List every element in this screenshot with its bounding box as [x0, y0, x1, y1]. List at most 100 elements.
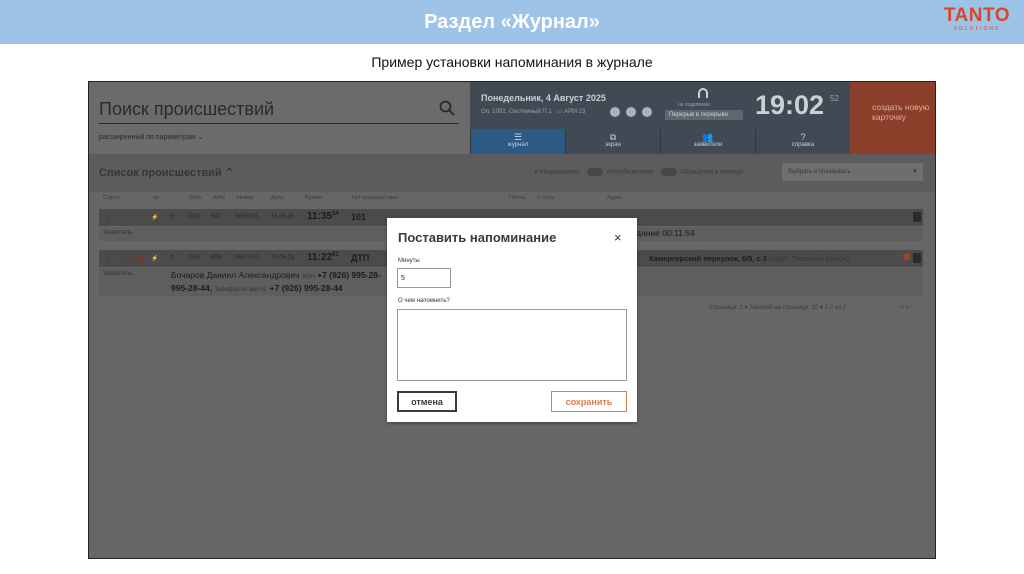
operator-label: Оп. 1002, Системный П.1 [481, 109, 552, 115]
dialog-title: Поставить напоминание [398, 230, 557, 245]
row-date: 15.05.25 [271, 214, 295, 220]
logo-sub-text: SOLUTIONS [953, 26, 1001, 32]
tab-help[interactable]: ? справка [755, 129, 850, 154]
caller-phone-cont: 995-28-44, [171, 283, 213, 293]
applicant-label: Заявитель [103, 271, 133, 277]
column-header: Статус [103, 195, 121, 201]
row-type: ДТП [351, 253, 370, 263]
row-date: 15.05.25 [271, 255, 295, 261]
row-address: Камергерский переулок, 6/5, с.3 (ЦАО, Тв… [649, 254, 849, 263]
apm-label: АРМ 23 [564, 109, 586, 115]
list-filters: ● Неоднозначно Автообновление Обращения … [534, 168, 743, 176]
sort-placeholder: Выбрать и показывать [788, 169, 851, 175]
info-panel: Понедельник, 4 Август 2025 Оп. 1002, Сис… [470, 82, 850, 154]
minutes-input[interactable] [397, 268, 451, 288]
column-header: Статус [537, 195, 555, 201]
filter-autorefresh: Автообновление [606, 169, 654, 176]
tanto-logo: TANTO SOLUTIONS [944, 6, 1010, 33]
save-button[interactable]: сохранить [551, 391, 627, 412]
column-header: № [153, 195, 159, 201]
queue-toggle[interactable] [660, 168, 677, 176]
column-header: Посты [509, 195, 526, 201]
create-card-label: создать новую карточку [872, 102, 930, 122]
timer-icon: ⏱ [169, 255, 174, 261]
reminder-dialog: Поставить напоминание × Минуты О чем нап… [387, 218, 637, 422]
expand-icon[interactable]: ⌄ [105, 214, 110, 221]
slide-subtitle: Пример установки напоминания в журнале [371, 54, 653, 70]
search-icon[interactable] [439, 100, 455, 116]
help-icon[interactable] [626, 107, 636, 117]
create-card-button[interactable]: создать новую карточку [850, 82, 935, 154]
settings-icon[interactable] [610, 107, 620, 117]
address-main: Камергерский переулок, 6/5, с.3 [649, 254, 767, 263]
autorefresh-toggle[interactable] [586, 168, 603, 176]
extended-search-link[interactable]: расширенный по параметрам ⌄ [99, 133, 203, 141]
column-header: Дата [271, 195, 284, 201]
cancel-button[interactable]: отмена [397, 391, 457, 412]
search-input[interactable]: Поиск происшествий [99, 94, 459, 124]
screen-icon: ⧉ [609, 132, 617, 142]
row-time-sec: 14 [332, 211, 339, 217]
pagination[interactable]: Страница: 1 ▾ Записей на странице: 20 ▾ … [709, 304, 846, 311]
applicant-label: Заявитель [103, 230, 133, 236]
row-num3: 5657870 [235, 255, 259, 261]
caller-phone-2: +7 (926) 995-28-44 [269, 283, 343, 293]
caller-tag-2: Телефон по месту: [214, 287, 268, 293]
status-label: не подключен [678, 102, 711, 108]
row-num2: 906 [211, 255, 222, 261]
nav-tabs: ☰ журнал ⧉ экран 👥 заявители ? справка [470, 129, 850, 154]
row-time-main: 11:35 [307, 211, 333, 222]
incident-list-bar: Список происшествий ⌃ ● Неоднозначно Авт… [89, 154, 935, 192]
go-badge: GO [127, 253, 143, 264]
caller-tag: АОН [301, 274, 315, 280]
incident-list-title[interactable]: Список происшествий ⌃ [99, 166, 234, 179]
tab-applicants[interactable]: 👥 заявители [660, 129, 755, 154]
filter-ambiguous[interactable]: Неоднозначно [539, 170, 579, 176]
expand-icon[interactable]: ⌄ [105, 255, 110, 262]
timer-icon: ⏱ [169, 214, 174, 220]
minutes-label: Минуты [398, 258, 420, 264]
headset-icon [698, 88, 708, 98]
caller-line-1: Бочаров Даниил Александрович АОН +7 (926… [171, 270, 381, 280]
map-pin-icon[interactable] [903, 253, 910, 260]
column-header: Тип происшествия [351, 195, 399, 201]
clock-seconds: 52 [830, 94, 839, 103]
column-header: Адрес [607, 195, 623, 201]
document-icon[interactable] [913, 212, 921, 222]
column-header: АРМ [213, 195, 225, 201]
tab-label: справка [791, 142, 815, 148]
tab-label: заявители [693, 142, 723, 148]
row-time: 11:2201 [307, 252, 339, 263]
chevron-down-icon: ▼ [912, 169, 918, 175]
column-header: Время [305, 195, 322, 201]
caller-line-2: 995-28-44, Телефон по месту: +7 (926) 99… [171, 283, 343, 293]
caller-name: Бочаров Даниил Александрович [171, 270, 300, 280]
column-header: Номер [237, 195, 254, 201]
row-num1: 1502 [187, 214, 201, 220]
current-date: Понедельник, 4 Август 2025 [481, 93, 606, 103]
tab-journal[interactable]: ☰ журнал [470, 129, 565, 154]
address-sub: (ЦАО, Тверской район) [768, 254, 850, 263]
row-num3: 5657678 [235, 214, 259, 220]
sort-select[interactable]: Выбрать и показывать ▼ [782, 163, 923, 181]
logo-main-text: TANTO [943, 5, 1010, 26]
pager-arrows-icon[interactable]: ‹ › [901, 302, 909, 311]
list-icon: ☰ [513, 132, 523, 142]
tab-screen[interactable]: ⧉ экран [565, 129, 660, 154]
caller-phone: +7 (926) 995-28- [317, 270, 381, 280]
status-select[interactable]: Перерыв в перерыве [665, 110, 743, 120]
row-time-main: 11:22 [307, 252, 333, 263]
logout-icon[interactable] [642, 107, 652, 117]
document-icon[interactable] [913, 253, 921, 263]
filter-queue: Обращения в очереди [680, 169, 743, 176]
search-area: Поиск происшествий расширенный по параме… [89, 82, 470, 154]
close-icon[interactable]: × [614, 230, 622, 245]
slide-title: Раздел «Журнал» [424, 11, 600, 33]
column-header: Этап [189, 195, 202, 201]
remind-textarea[interactable] [397, 309, 627, 381]
clock: 19:02 [755, 90, 825, 120]
row-time-sec: 01 [332, 252, 339, 258]
bolt-icon: ⚡ [151, 215, 159, 221]
row-type: 101 [351, 212, 367, 222]
tab-label: журнал [507, 142, 529, 148]
